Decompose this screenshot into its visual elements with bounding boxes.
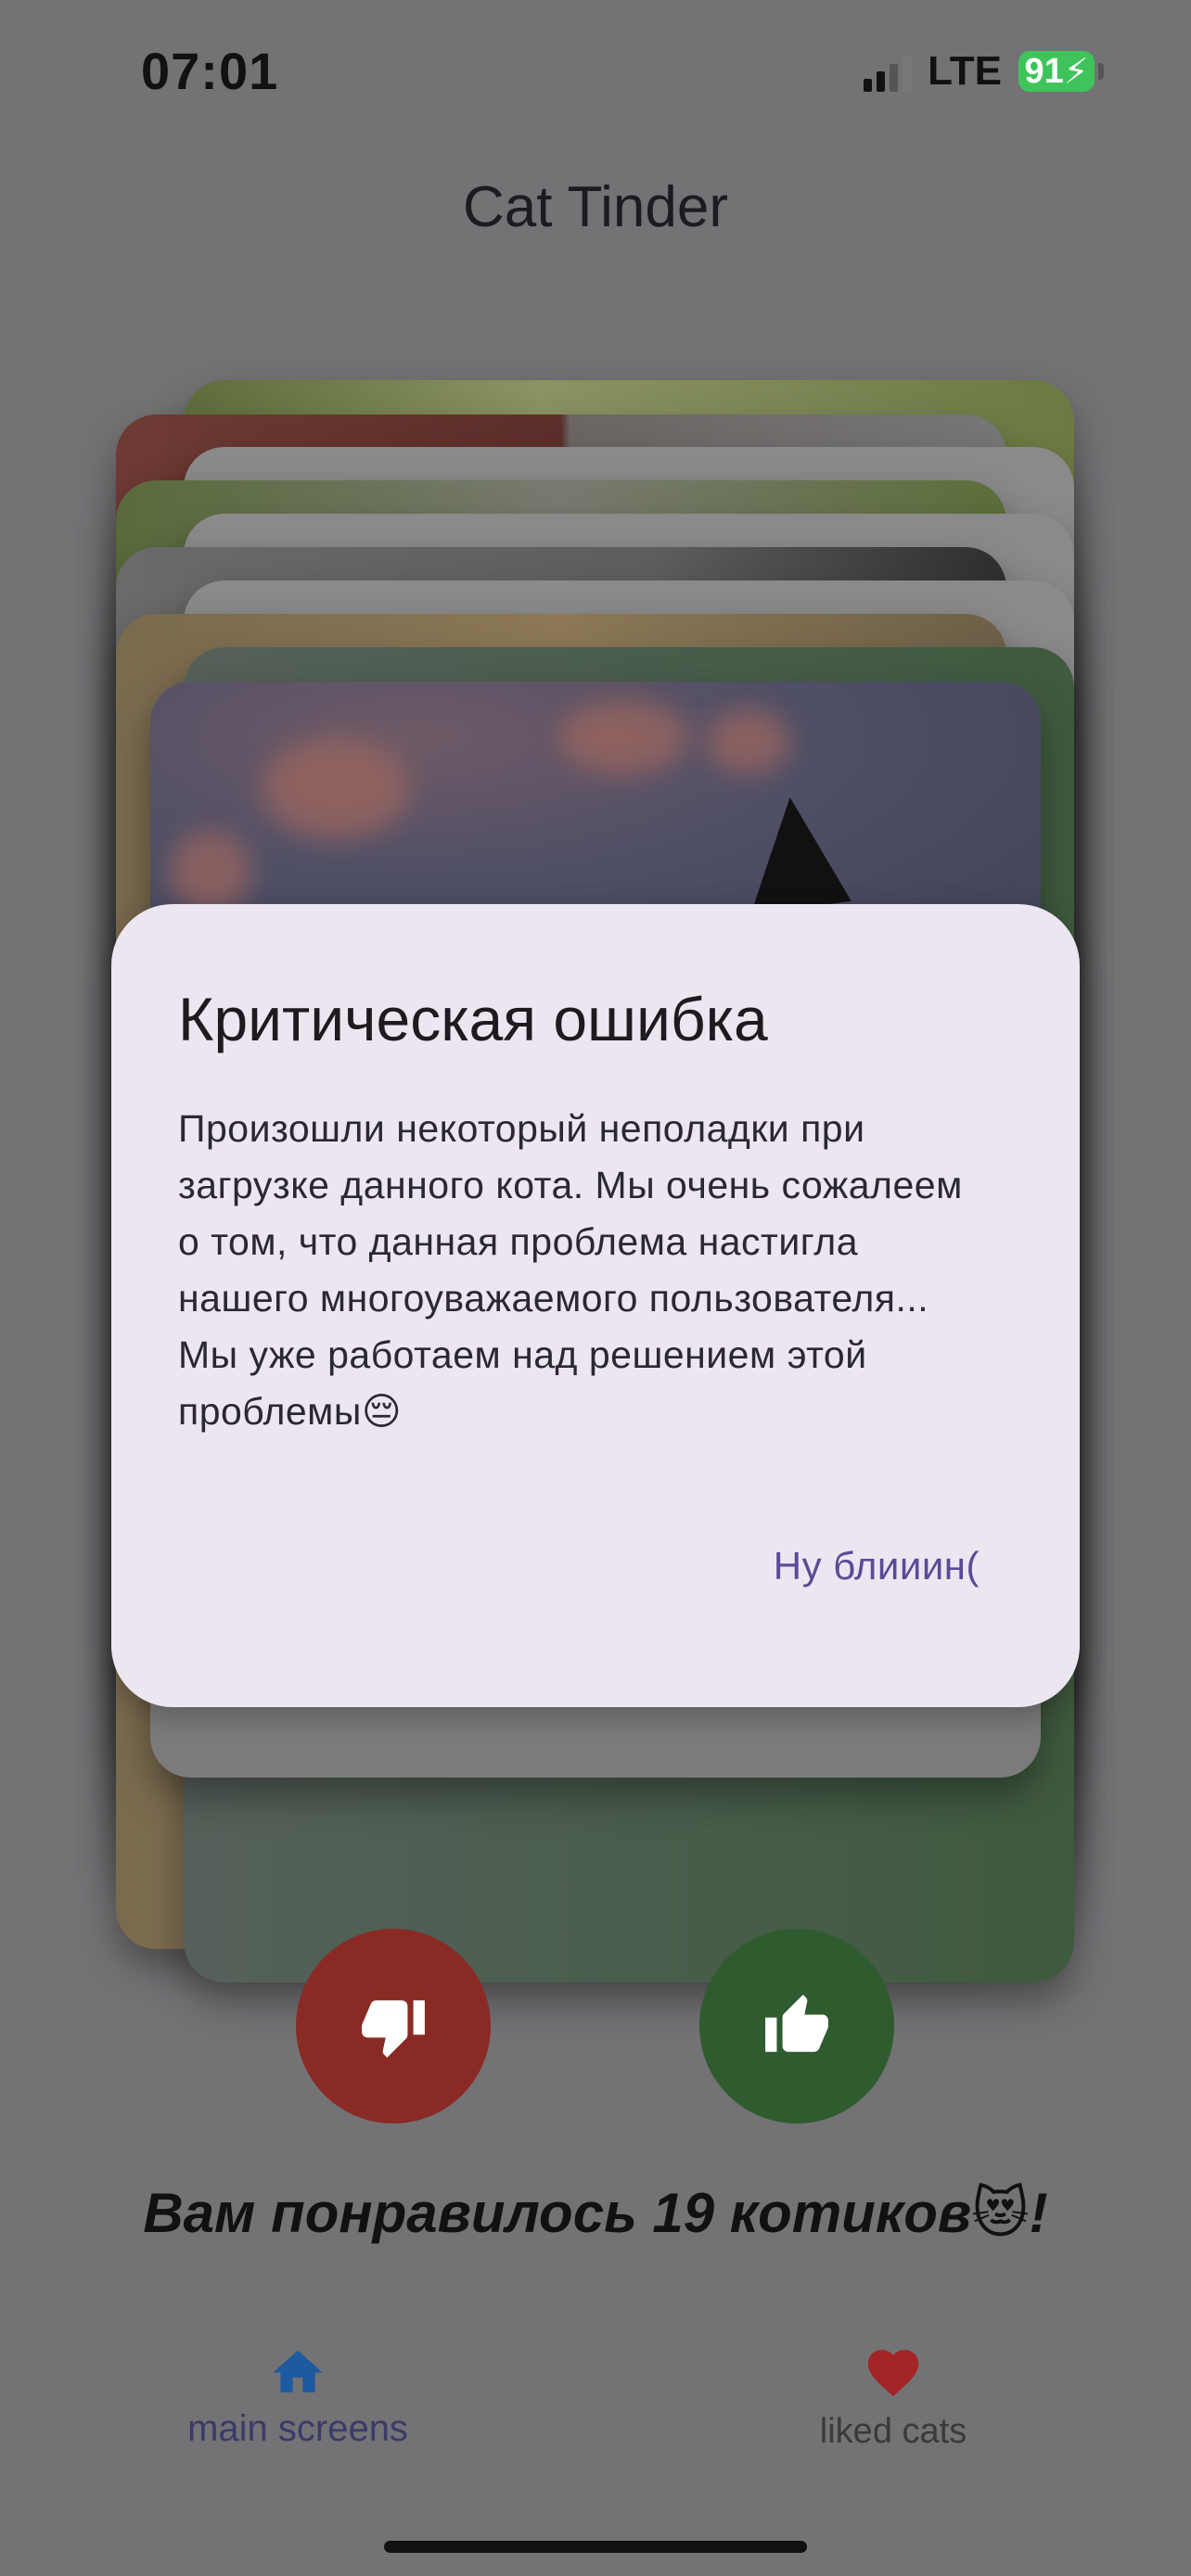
- nav-liked-cats[interactable]: liked cats: [726, 2342, 1060, 2452]
- nav-label-main: main screens: [187, 2408, 408, 2449]
- dialog-dismiss-button[interactable]: Ну блииин(: [774, 1544, 980, 1588]
- status-indicators: LTE 91 ⚡: [864, 48, 1104, 95]
- liked-count-text: Вам понравилось 19 котиков😻!: [143, 2182, 1048, 2244]
- dialog-title: Критическая ошибка: [178, 985, 768, 1053]
- battery-level: 91: [1024, 51, 1064, 91]
- thumbs-up-icon: [765, 1995, 828, 2052]
- thumbs-down-icon: [362, 2000, 425, 2058]
- nav-label-liked: liked cats: [819, 2412, 967, 2451]
- home-indicator[interactable]: [384, 2541, 807, 2553]
- status-time: 07:01: [141, 42, 279, 100]
- signal-icon: [864, 51, 912, 92]
- error-dialog: Критическая ошибка Произошли некоторый н…: [111, 904, 1080, 1707]
- app-title: Cat Tinder: [462, 175, 729, 239]
- dialog-message: Произошли некоторый неполадки при загруз…: [178, 1107, 963, 1433]
- home-icon: [273, 2350, 323, 2392]
- cat-ear: [735, 790, 852, 916]
- heart-icon: [867, 2350, 919, 2397]
- network-type: LTE: [928, 48, 1002, 94]
- like-button[interactable]: [699, 1929, 894, 2123]
- nav-main-screens[interactable]: main screens: [131, 2342, 465, 2450]
- battery-icon: 91 ⚡: [1018, 51, 1104, 92]
- dislike-button[interactable]: [296, 1929, 491, 2123]
